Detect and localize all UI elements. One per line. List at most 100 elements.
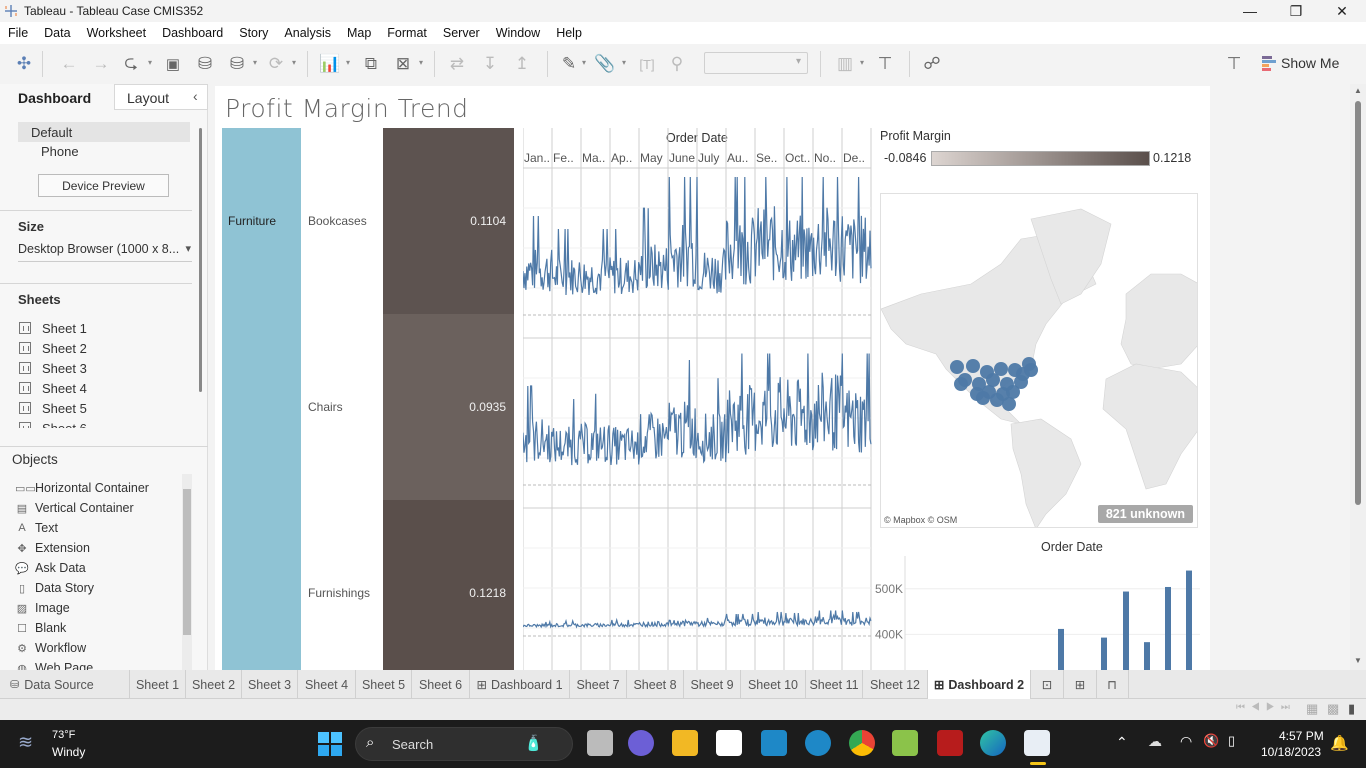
- help-icon[interactable]: [805, 730, 831, 756]
- menu-analysis[interactable]: Analysis: [276, 22, 339, 44]
- profit-margin-cell[interactable]: 0.1104: [383, 128, 514, 314]
- myhp-icon[interactable]: [761, 730, 787, 756]
- profit-margin-cell[interactable]: 0.0935: [383, 314, 514, 500]
- sheet-tab[interactable]: Sheet 12: [863, 670, 928, 699]
- taskbar-search[interactable]: ⌕ Search 🧴: [355, 727, 573, 761]
- share-icon[interactable]: ☍: [921, 53, 943, 75]
- weather-desc[interactable]: Windy: [52, 745, 85, 759]
- filmstrip-view-icon[interactable]: ▦: [1306, 701, 1318, 717]
- sheet-tab[interactable]: Sheet 11: [806, 670, 863, 699]
- sheet-tab[interactable]: Sheet 9: [684, 670, 741, 699]
- object-data-story[interactable]: ▯ Data Story: [15, 578, 94, 598]
- sheet-list-item[interactable]: Sheet 6: [19, 418, 87, 428]
- teams-icon[interactable]: [628, 730, 654, 756]
- new-dashboard-tab-icon[interactable]: ⊞: [1064, 670, 1097, 699]
- scroll-down-icon[interactable]: ▼: [1354, 656, 1362, 665]
- profit-margin-cell[interactable]: 0.1218: [383, 500, 514, 670]
- new-data-source-icon[interactable]: ⛁: [194, 53, 216, 75]
- new-worksheet-icon[interactable]: 📊: [319, 53, 341, 75]
- clock-date[interactable]: 10/18/2023: [1261, 745, 1321, 759]
- close-button[interactable]: ✕: [1319, 0, 1365, 22]
- attach-icon[interactable]: 📎: [594, 53, 616, 75]
- menu-format[interactable]: Format: [379, 22, 435, 44]
- restore-button[interactable]: ❐: [1273, 0, 1319, 22]
- refresh-icon[interactable]: ⟳: [265, 53, 287, 75]
- presentation-icon[interactable]: ⊤: [874, 53, 896, 75]
- tableau-logo-icon[interactable]: ✣: [13, 53, 35, 75]
- menu-help[interactable]: Help: [548, 22, 590, 44]
- minimize-button[interactable]: —: [1227, 0, 1273, 22]
- sales-map[interactable]: © Mapbox © OSM 821 unknown: [880, 193, 1198, 528]
- edge-icon[interactable]: [980, 730, 1006, 756]
- category-cell[interactable]: [222, 128, 301, 670]
- sheet-tab[interactable]: Sheet 10: [741, 670, 806, 699]
- notification-bell-icon[interactable]: 🔔: [1330, 734, 1349, 752]
- menu-server[interactable]: Server: [435, 22, 488, 44]
- legend-color-ramp[interactable]: [931, 151, 1150, 166]
- device-pin-icon[interactable]: ⊤: [1223, 53, 1245, 75]
- pause-dropdown-icon[interactable]: ▾: [253, 58, 257, 67]
- menu-worksheet[interactable]: Worksheet: [79, 22, 155, 44]
- sheet-list-item[interactable]: Sheet 1: [19, 318, 87, 338]
- sheet-tab[interactable]: Sheet 1: [130, 670, 186, 699]
- sheet-tab[interactable]: Sheet 4: [298, 670, 356, 699]
- object-ask-data[interactable]: 💬 Ask Data: [15, 558, 86, 578]
- clear-sheet-icon[interactable]: ⊠: [392, 53, 414, 75]
- pause-data-icon[interactable]: ⛁: [226, 53, 248, 75]
- show-hidden-icons[interactable]: ⌃: [1116, 734, 1128, 751]
- fit-combo[interactable]: [704, 52, 808, 74]
- trend-line-chart[interactable]: [523, 128, 873, 670]
- new-story-tab-icon[interactable]: ⊓: [1096, 670, 1129, 699]
- duplicate-sheet-icon[interactable]: ⧉: [360, 53, 382, 75]
- battery-icon[interactable]: ▯: [1228, 733, 1235, 749]
- highlight-dropdown-icon[interactable]: ▾: [582, 58, 586, 67]
- menu-map[interactable]: Map: [339, 22, 379, 44]
- menu-story[interactable]: Story: [231, 22, 276, 44]
- sort-descending-icon[interactable]: ↥: [511, 53, 533, 75]
- swap-icon[interactable]: ⇄: [446, 53, 468, 75]
- object-horizontal-container[interactable]: ▭▭ Horizontal Container: [15, 478, 149, 498]
- save-icon[interactable]: ▣: [162, 53, 184, 75]
- refresh-dropdown-icon[interactable]: ▾: [292, 58, 296, 67]
- tabs-view-icon[interactable]: ▩: [1327, 701, 1339, 717]
- object-extension[interactable]: ✥ Extension: [15, 538, 90, 558]
- object-blank[interactable]: ☐ Blank: [15, 618, 66, 638]
- clear-dropdown-icon[interactable]: ▾: [419, 58, 423, 67]
- tableau-taskbar-icon[interactable]: [1024, 730, 1050, 756]
- tab-data-source[interactable]: ⛁ Data Source: [0, 670, 130, 699]
- volume-muted-icon[interactable]: 🔇: [1203, 733, 1219, 749]
- wifi-icon[interactable]: ◠: [1180, 733, 1192, 750]
- sheet-tab[interactable]: Sheet 6: [412, 670, 470, 699]
- notepad-icon[interactable]: [892, 730, 918, 756]
- undo-icon[interactable]: ←: [58, 53, 80, 75]
- object-vertical-container[interactable]: ▤ Vertical Container: [15, 498, 134, 518]
- sheet-tab[interactable]: Sheet 2: [186, 670, 242, 699]
- menu-data[interactable]: Data: [36, 22, 78, 44]
- menu-file[interactable]: File: [0, 22, 36, 44]
- device-scrollbar[interactable]: [199, 128, 202, 392]
- size-dropdown[interactable]: Desktop Browser (1000 x 8...: [18, 242, 192, 262]
- replay-icon[interactable]: ⮎: [120, 53, 142, 75]
- redo-icon[interactable]: →: [90, 53, 112, 75]
- show-me-button[interactable]: Show Me: [1262, 52, 1339, 74]
- cards-dropdown-icon[interactable]: ▾: [860, 58, 864, 67]
- sheet-tab[interactable]: Sheet 5: [356, 670, 412, 699]
- unknown-indicator[interactable]: 821 unknown: [1097, 505, 1193, 523]
- windows-start-icon[interactable]: [318, 732, 342, 756]
- tab-dashboard[interactable]: Dashboard: [0, 84, 114, 110]
- file-explorer-icon[interactable]: [672, 730, 698, 756]
- replay-dropdown-icon[interactable]: ▾: [148, 58, 152, 67]
- tab-navigation-icons[interactable]: ⏮◀▶⏭: [1236, 702, 1296, 713]
- object-workflow[interactable]: ⚙ Workflow: [15, 638, 86, 658]
- map-attribution[interactable]: © Mapbox © OSM: [884, 515, 957, 525]
- single-view-icon[interactable]: ▮: [1348, 701, 1355, 717]
- menu-window[interactable]: Window: [488, 22, 548, 44]
- mcafee-icon[interactable]: [937, 730, 963, 756]
- menu-dashboard[interactable]: Dashboard: [154, 22, 231, 44]
- sheet-tab[interactable]: Sheet 8: [627, 670, 684, 699]
- sales-bar-chart[interactable]: 300K400K500K: [875, 556, 1205, 670]
- sort-ascending-icon[interactable]: ↧: [479, 53, 501, 75]
- cards-icon[interactable]: ▥: [834, 53, 856, 75]
- object-text[interactable]: A Text: [15, 518, 58, 538]
- pin-icon[interactable]: ⚲: [666, 53, 688, 75]
